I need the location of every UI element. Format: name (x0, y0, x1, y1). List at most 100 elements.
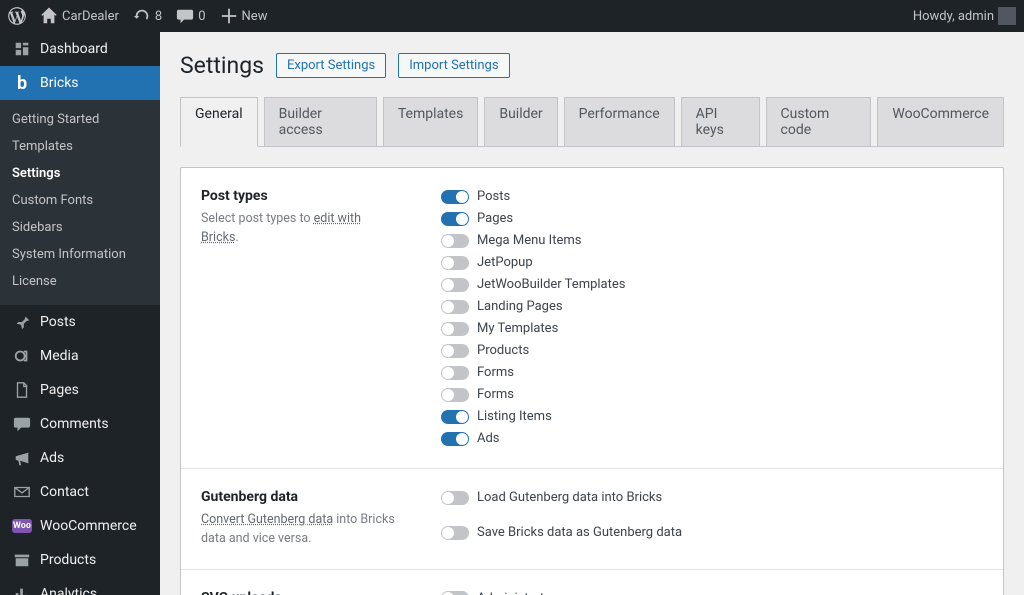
section-title: Post types (201, 188, 401, 204)
megaphone-icon (12, 448, 32, 468)
comments-link[interactable]: 0 (176, 7, 205, 25)
toggle-switch[interactable] (441, 591, 469, 595)
convert-gutenberg-link[interactable]: Convert Gutenberg data (201, 512, 333, 527)
update-icon (133, 7, 151, 25)
new-label: New (242, 9, 268, 24)
tab-woocommerce[interactable]: WooCommerce (877, 97, 1004, 146)
toggle-label: Save Bricks data as Gutenberg data (477, 525, 682, 540)
toggle-row: Load Gutenberg data into Bricks (441, 487, 983, 508)
toggle-switch[interactable] (441, 366, 469, 380)
sidebar-item-contact[interactable]: Contact (0, 475, 160, 509)
sidebar-item-label: WooCommerce (40, 518, 137, 534)
toggle-row: Landing Pages (441, 296, 983, 317)
toggle-row: Forms (441, 384, 983, 405)
section-desc: Convert Gutenberg data into Bricks data … (201, 511, 401, 549)
page-header: Settings Export Settings Import Settings (180, 32, 1004, 93)
sidebar-item-posts[interactable]: Posts (0, 305, 160, 339)
tab-performance[interactable]: Performance (564, 97, 675, 146)
sidebar-item-label: Posts (40, 314, 76, 330)
comment-icon (176, 7, 194, 25)
section-gutenberg: Gutenberg data Convert Gutenberg data in… (181, 469, 1003, 570)
toggle-label: Pages (477, 211, 513, 226)
account-link[interactable]: Howdy, admin (913, 7, 1016, 25)
toggle-switch[interactable] (441, 432, 469, 446)
sidebar-sub-item[interactable]: License (0, 268, 160, 295)
sidebar-item-label: Pages (40, 382, 79, 398)
toggle-row: Products (441, 340, 983, 361)
sidebar-item-dashboard[interactable]: Dashboard (0, 32, 160, 66)
import-settings-button[interactable]: Import Settings (398, 53, 509, 78)
sidebar-item-analytics[interactable]: Analytics (0, 577, 160, 595)
toggle-switch[interactable] (441, 256, 469, 270)
toggle-switch[interactable] (441, 234, 469, 248)
toggle-row: JetWooBuilder Templates (441, 274, 983, 295)
comments-icon (12, 414, 32, 434)
wordpress-icon (8, 7, 26, 25)
toggle-switch[interactable] (441, 410, 469, 424)
sidebar-sub-item[interactable]: Settings (0, 160, 160, 187)
updates-count: 8 (155, 9, 162, 24)
wp-logo[interactable] (8, 7, 26, 25)
sidebar-item-woocommerce[interactable]: Woo WooCommerce (0, 509, 160, 543)
toggle-label: Load Gutenberg data into Bricks (477, 490, 662, 505)
archive-icon (12, 550, 32, 570)
toggle-row: Ads (441, 428, 983, 449)
dashboard-icon (12, 39, 32, 59)
sidebar-item-ads[interactable]: Ads (0, 441, 160, 475)
page-title: Settings (180, 52, 264, 79)
new-link[interactable]: New (220, 7, 268, 25)
section-post-types: Post types Select post types to edit wit… (181, 168, 1003, 469)
toggle-row: Administrator (441, 588, 983, 595)
sidebar-item-label: Media (40, 348, 79, 364)
sidebar-submenu-bricks: Getting StartedTemplatesSettingsCustom F… (0, 100, 160, 305)
toggle-label: Administrator (477, 591, 556, 595)
export-settings-button[interactable]: Export Settings (276, 53, 386, 78)
sidebar-sub-item[interactable]: System Information (0, 241, 160, 268)
toggle-row: JetPopup (441, 252, 983, 273)
sidebar-item-comments[interactable]: Comments (0, 407, 160, 441)
tab-general[interactable]: General (180, 97, 258, 147)
home-icon (40, 7, 58, 25)
sidebar-item-media[interactable]: Media (0, 339, 160, 373)
sidebar-item-pages[interactable]: Pages (0, 373, 160, 407)
tab-builder-access[interactable]: Builder access (264, 97, 377, 146)
sidebar-sub-item[interactable]: Getting Started (0, 106, 160, 133)
toggle-switch[interactable] (441, 526, 469, 540)
toggle-switch[interactable] (441, 491, 469, 505)
settings-panel: Post types Select post types to edit wit… (180, 167, 1004, 595)
toggle-switch[interactable] (441, 190, 469, 204)
toggle-row: Save Bricks data as Gutenberg data (441, 522, 983, 543)
sidebar-item-bricks[interactable]: b Bricks (0, 66, 160, 100)
sidebar-sub-item[interactable]: Templates (0, 133, 160, 160)
sidebar-item-label: Ads (40, 450, 64, 466)
toggle-switch[interactable] (441, 344, 469, 358)
sidebar-item-products[interactable]: Products (0, 543, 160, 577)
chart-bar-icon (12, 584, 32, 595)
pin-icon (12, 312, 32, 332)
toggle-switch[interactable] (441, 300, 469, 314)
mail-icon (12, 482, 32, 502)
tab-builder[interactable]: Builder (484, 97, 557, 146)
admin-topbar: CarDealer 8 0 New Howdy, admin (0, 0, 1024, 32)
toggle-label: Ads (477, 431, 500, 446)
tab-api-keys[interactable]: API keys (681, 97, 760, 146)
sidebar-item-label: Contact (40, 484, 89, 500)
toggle-switch[interactable] (441, 322, 469, 336)
section-title: Gutenberg data (201, 489, 401, 505)
sidebar-sub-item[interactable]: Custom Fonts (0, 187, 160, 214)
tab-custom-code[interactable]: Custom code (766, 97, 872, 146)
site-name: CarDealer (62, 9, 119, 24)
toggle-switch[interactable] (441, 388, 469, 402)
sidebar-item-label: Bricks (40, 75, 79, 91)
toggle-switch[interactable] (441, 278, 469, 292)
site-name-link[interactable]: CarDealer (40, 7, 119, 25)
section-desc: Select post types to edit with Bricks. (201, 210, 401, 248)
toggle-switch[interactable] (441, 212, 469, 226)
toggle-label: Products (477, 343, 529, 358)
sidebar-sub-item[interactable]: Sidebars (0, 214, 160, 241)
woocommerce-icon: Woo (12, 519, 32, 533)
content-area: Settings Export Settings Import Settings… (160, 32, 1024, 595)
tab-templates[interactable]: Templates (383, 97, 479, 146)
avatar (998, 7, 1016, 25)
updates-link[interactable]: 8 (133, 7, 162, 25)
